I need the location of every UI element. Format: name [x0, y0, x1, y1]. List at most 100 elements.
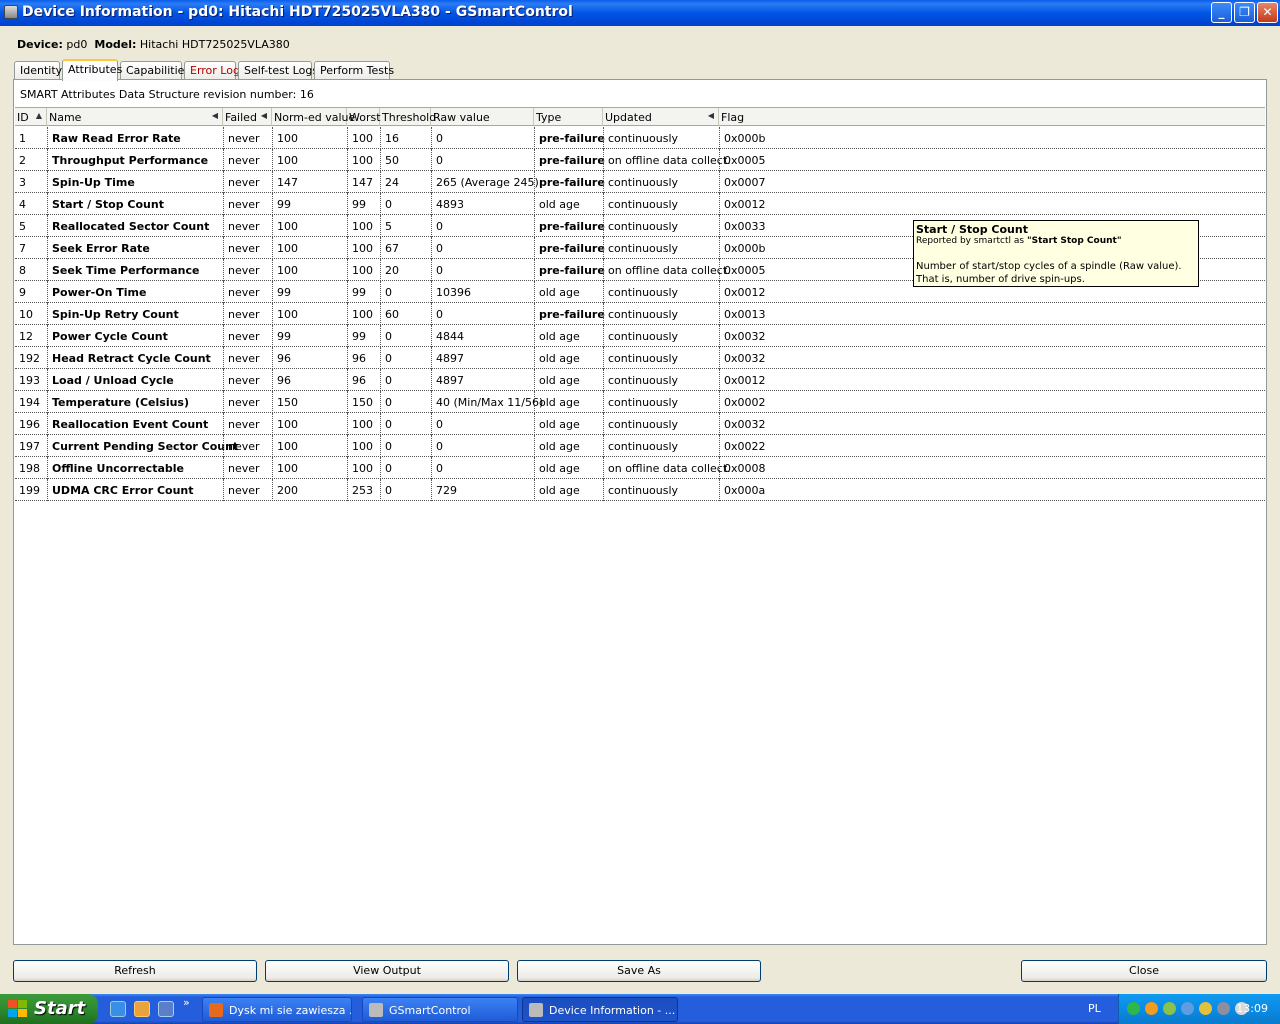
- table-row[interactable]: 10 Spin-Up Retry Count never 100 100 60 0 pre-f…: [15, 303, 1265, 325]
- column-header-updated[interactable]: Updated ◀: [603, 108, 719, 126]
- cell-type: pre-failure: [534, 149, 605, 171]
- start-label: Start: [34, 998, 86, 1019]
- column-header-norm[interactable]: Norm-ed value: [272, 108, 355, 126]
- tray-app-icon[interactable]: [1145, 1002, 1158, 1015]
- tab-identity[interactable]: Identity: [14, 61, 62, 80]
- close-button[interactable]: Close: [1021, 960, 1267, 982]
- cell-updated: continuously: [603, 127, 719, 149]
- cell-raw: 0: [431, 149, 534, 171]
- cell-norm: 99: [272, 193, 347, 215]
- internet-explorer-icon[interactable]: [110, 1001, 126, 1017]
- cell-type: old age: [534, 413, 603, 435]
- tab-perform-tests[interactable]: Perform Tests: [314, 61, 394, 80]
- view-output-button[interactable]: View Output: [265, 960, 509, 982]
- quick-launch-app-icon[interactable]: [134, 1001, 150, 1017]
- tray-app-icon[interactable]: [1217, 1002, 1230, 1015]
- column-header-type[interactable]: Type: [534, 108, 603, 126]
- tab-self-test-logs[interactable]: Self-test Logs: [238, 61, 318, 80]
- cell-type: old age: [534, 193, 603, 215]
- column-header-id[interactable]: ID ▲: [15, 108, 47, 126]
- column-header-failed[interactable]: Failed ◀: [223, 108, 272, 126]
- minimize-button[interactable]: _: [1211, 2, 1232, 23]
- cell-id: 199: [19, 484, 40, 497]
- start-button[interactable]: Start: [0, 994, 98, 1024]
- column-header-worst[interactable]: Worst: [347, 108, 381, 126]
- taskbar-item-firefox[interactable]: Dysk mi sie zawiesza ...: [202, 997, 352, 1022]
- cell-norm: 100: [272, 237, 347, 259]
- cell-worst: 253: [347, 479, 380, 501]
- cell-failed: never: [223, 281, 272, 303]
- window-title-bar[interactable]: Device Information - pd0: Hitachi HDT725…: [0, 0, 1280, 26]
- cell-updated: continuously: [603, 435, 719, 457]
- security-shield-icon[interactable]: [1199, 1002, 1212, 1015]
- cell-type: old age: [534, 435, 603, 457]
- cell-failed: never: [223, 303, 272, 325]
- cell-updated: continuously: [603, 325, 719, 347]
- cell-raw: 0: [431, 435, 534, 457]
- table-row[interactable]: 194 Temperature (Celsius) never 150 150 0 40 (…: [15, 391, 1265, 413]
- table-row[interactable]: 4 Start / Stop Count never 99 99 0 4893 old age…: [15, 193, 1265, 215]
- cell-name: UDMA CRC Error Count: [47, 479, 223, 501]
- cell-raw: 265 (Average 245): [431, 171, 539, 193]
- table-row[interactable]: 12 Power Cycle Count never 99 99 0 4844 old age…: [15, 325, 1265, 347]
- cell-norm: 100: [272, 259, 347, 281]
- cell-id: 10: [19, 308, 33, 321]
- cell-name: Spin-Up Time: [47, 171, 223, 193]
- table-row[interactable]: 198 Offline Uncorrectable never 100 100 0 0 old…: [15, 457, 1265, 479]
- column-arrow-icon: ◀: [707, 111, 714, 120]
- taskbar-item-gsmartcontrol[interactable]: GSmartControl: [362, 997, 518, 1022]
- taskbar-item-label: GSmartControl: [389, 1004, 471, 1017]
- drive-icon: [369, 1003, 383, 1017]
- nvidia-tray-icon[interactable]: [1127, 1002, 1140, 1015]
- close-window-button[interactable]: ✕: [1257, 2, 1278, 23]
- cell-type: old age: [534, 457, 603, 479]
- cell-threshold: 0: [380, 369, 431, 391]
- cell-worst: 147: [347, 171, 380, 193]
- refresh-button[interactable]: Refresh: [13, 960, 257, 982]
- column-header-flag[interactable]: Flag: [719, 108, 1265, 126]
- cell-worst: 99: [347, 281, 380, 303]
- cell-flag: 0x0008: [719, 457, 839, 479]
- table-row[interactable]: 197 Current Pending Sector Count never 100 1…: [15, 435, 1265, 457]
- cell-failed: never: [223, 347, 272, 369]
- save-as-button[interactable]: Save As: [517, 960, 761, 982]
- network-tray-icon[interactable]: [1163, 1002, 1176, 1015]
- cell-failed: never: [223, 479, 272, 501]
- cell-type: pre-failure: [534, 303, 605, 325]
- table-row[interactable]: 199 UDMA CRC Error Count never 200 253 0 729 ol…: [15, 479, 1265, 501]
- cell-failed: never: [223, 435, 272, 457]
- table-row[interactable]: 193 Load / Unload Cycle never 96 96 0 4897 old …: [15, 369, 1265, 391]
- tab-error-log[interactable]: Error Log: [184, 61, 240, 80]
- cell-norm: 147: [272, 171, 347, 193]
- show-desktop-icon[interactable]: [158, 1001, 174, 1017]
- tray-app-icon[interactable]: [1181, 1002, 1194, 1015]
- table-row[interactable]: 3 Spin-Up Time never 147 147 24 265 (Average 2…: [15, 171, 1265, 193]
- cell-raw: 0: [431, 413, 534, 435]
- table-row[interactable]: 1 Raw Read Error Rate never 100 100 16 0 pre-fa…: [15, 127, 1265, 149]
- column-header-name[interactable]: Name ◀: [47, 108, 223, 126]
- cell-name: Spin-Up Retry Count: [47, 303, 223, 325]
- table-row[interactable]: 2 Throughput Performance never 100 100 50 0 pre…: [15, 149, 1265, 171]
- table-row[interactable]: 192 Head Retract Cycle Count never 96 96 0 489…: [15, 347, 1265, 369]
- cell-updated: continuously: [603, 193, 719, 215]
- cell-id: 196: [19, 418, 40, 431]
- cell-type: pre-failure: [534, 215, 605, 237]
- device-label: Device:: [17, 38, 63, 51]
- column-header-threshold[interactable]: Threshold: [380, 108, 436, 126]
- tab-capabilities[interactable]: Capabilities: [120, 61, 190, 80]
- language-indicator[interactable]: PL: [1088, 1002, 1101, 1015]
- cell-type: pre-failure: [534, 237, 605, 259]
- model-label: Model:: [94, 38, 137, 51]
- cell-id: 198: [19, 462, 40, 475]
- taskbar-item-device-information[interactable]: Device Information - ...: [522, 997, 678, 1022]
- cell-name: Offline Uncorrectable: [47, 457, 223, 479]
- cell-threshold: 0: [380, 413, 431, 435]
- maximize-button[interactable]: ❐: [1234, 2, 1255, 23]
- cell-worst: 100: [347, 215, 380, 237]
- cell-raw: 0: [431, 215, 534, 237]
- column-header-raw[interactable]: Raw value: [431, 108, 534, 126]
- tab-attributes[interactable]: Attributes: [62, 59, 122, 81]
- cell-type: old age: [534, 325, 603, 347]
- table-row[interactable]: 196 Reallocation Event Count never 100 100 0 0…: [15, 413, 1265, 435]
- quick-launch-overflow-icon[interactable]: »: [183, 996, 190, 1009]
